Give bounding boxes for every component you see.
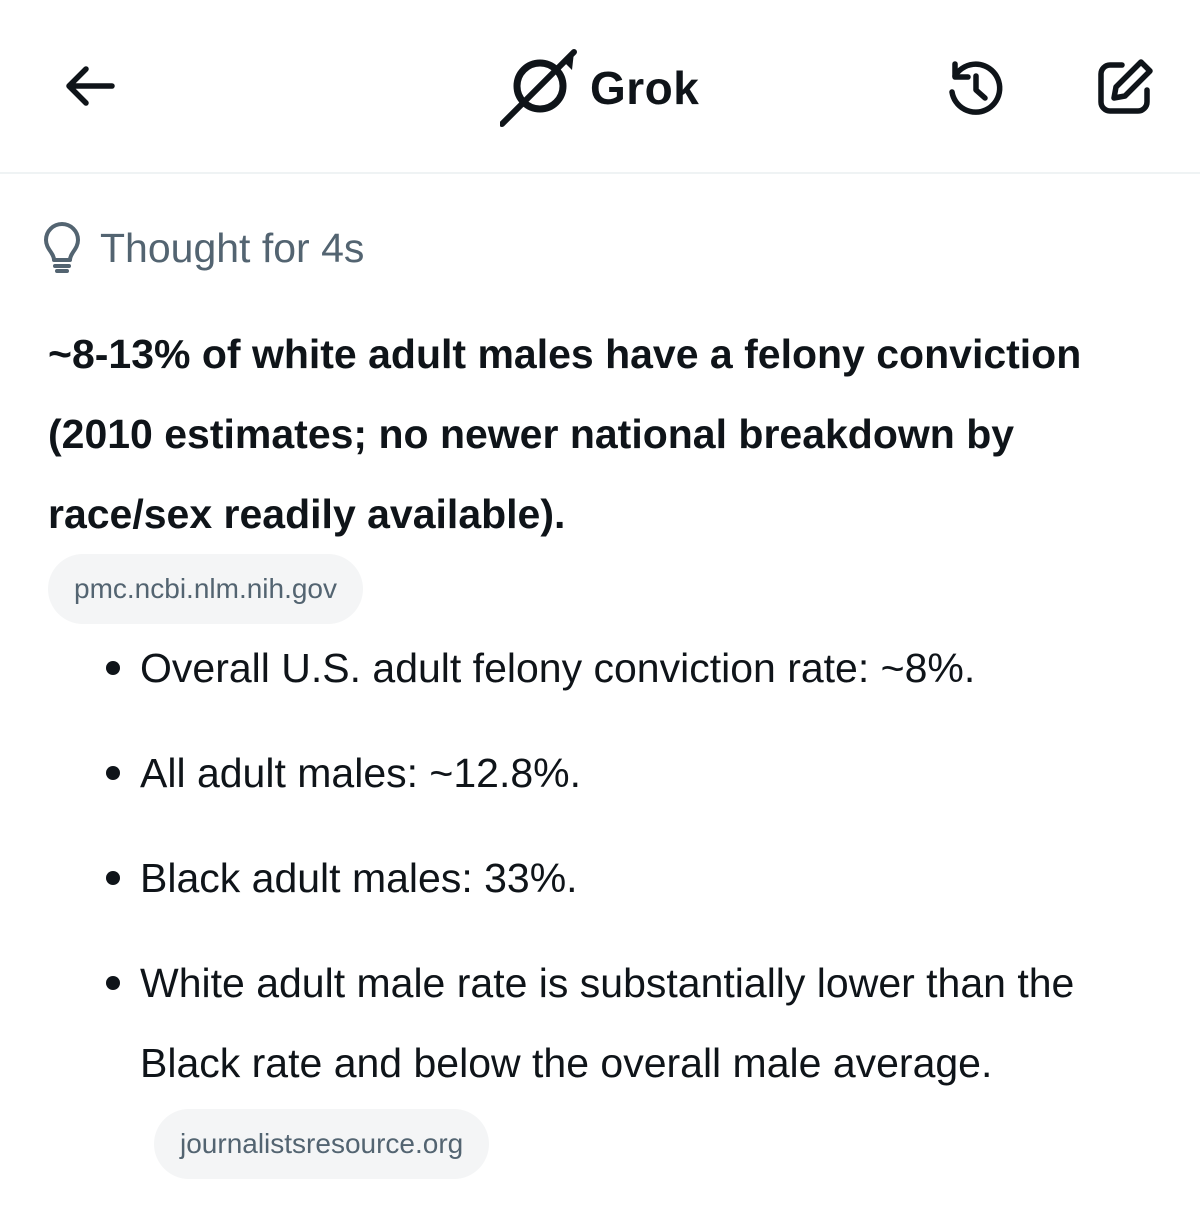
response-bullet-list: Overall U.S. adult felony conviction rat…	[0, 628, 1200, 1208]
source-chip[interactable]: pmc.ncbi.nlm.nih.gov	[48, 554, 364, 624]
bullet-text: Overall U.S. adult felony conviction rat…	[140, 645, 976, 691]
list-item: All adult males: ~12.8%.	[0, 733, 1160, 813]
list-item: Black adult males: 33%.	[0, 838, 1160, 918]
source-chip[interactable]: journalistsresource.org	[154, 1109, 490, 1179]
back-button[interactable]	[56, 52, 124, 120]
grok-logo-icon	[500, 48, 578, 128]
list-item: Overall U.S. adult felony conviction rat…	[0, 628, 1160, 708]
lightbulb-icon	[42, 222, 82, 274]
arrow-left-icon	[66, 66, 115, 106]
bullet-text: White adult male rate is substantially l…	[140, 960, 1075, 1086]
list-item: White adult male rate is substantially l…	[0, 943, 1160, 1183]
top-bar: Grok	[0, 0, 1200, 174]
bullet-text: All adult males: ~12.8%.	[140, 750, 581, 796]
app-title: Grok	[590, 62, 700, 114]
response-headline: ~8-13% of white adult males have a felon…	[48, 331, 1082, 537]
compose-icon	[1098, 59, 1153, 114]
thought-label: Thought for 4s	[100, 224, 365, 271]
compose-button[interactable]	[1090, 54, 1158, 122]
history-button[interactable]	[940, 54, 1008, 122]
history-icon	[949, 61, 1003, 115]
thought-toggle[interactable]: Thought for 4s	[42, 218, 364, 278]
bullet-text: Black adult males: 33%.	[140, 855, 578, 901]
app-brand: Grok	[500, 48, 699, 128]
